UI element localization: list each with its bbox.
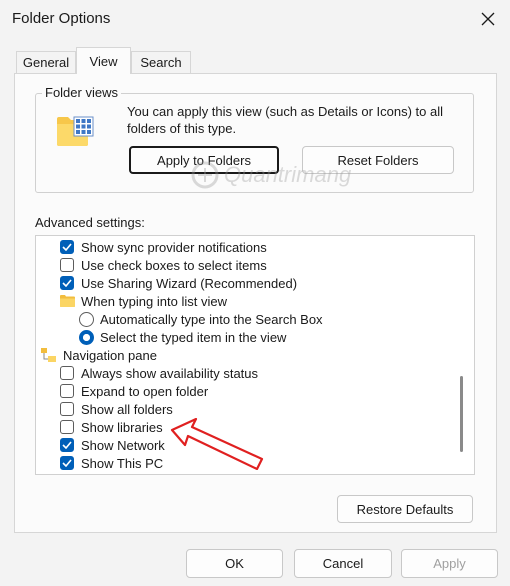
folder-view-icon (56, 114, 96, 151)
list-item[interactable]: Use Sharing Wizard (Recommended) (60, 274, 297, 292)
list-item[interactable]: Show This PC (60, 454, 163, 472)
list-item[interactable]: Show all folders (60, 400, 173, 418)
list-item-label: Show Network (81, 437, 165, 453)
scrollbar-thumb[interactable] (460, 376, 463, 452)
tab-search[interactable]: Search (131, 51, 191, 73)
list-item[interactable]: Always show availability status (60, 364, 258, 382)
checkbox-unchecked[interactable] (60, 366, 74, 380)
close-icon (481, 12, 495, 26)
list-item[interactable]: Show Network (60, 436, 165, 454)
checkbox-checked[interactable] (60, 276, 74, 290)
list-item-label: Show libraries (81, 419, 163, 435)
annotation-arrow-icon (170, 417, 265, 473)
radio-selected[interactable] (79, 329, 94, 345)
list-item-label: Use Sharing Wizard (Recommended) (81, 275, 298, 291)
close-button[interactable] (470, 4, 506, 34)
checkbox-unchecked[interactable] (60, 402, 74, 416)
list-item-label: Always show availability status (81, 365, 259, 381)
checkmark-icon (62, 243, 72, 251)
list-item-label: Show sync provider notifications (81, 239, 267, 255)
list-item[interactable]: Show libraries (60, 418, 163, 436)
advanced-settings-label: Advanced settings: (35, 215, 145, 230)
watermark-logo: Quantrimang (190, 160, 351, 190)
checkbox-unchecked[interactable] (60, 420, 74, 434)
list-item-label: Show This PC (81, 455, 164, 471)
watermark-icon (191, 161, 219, 189)
list-item-label: Automatically type into the Search Box (100, 311, 323, 327)
folder-views-description-line2: folders of this type. (127, 121, 237, 136)
list-item[interactable]: Show sync provider notifications (60, 238, 267, 256)
checkmark-icon (62, 459, 72, 467)
radio-unselected[interactable] (79, 311, 94, 327)
checkbox-unchecked[interactable] (60, 258, 74, 272)
apply-button[interactable]: Apply (401, 549, 498, 578)
list-item-label: Expand to open folder (81, 383, 209, 399)
cancel-button[interactable]: Cancel (294, 549, 392, 578)
folder-views-title: Folder views (42, 85, 121, 100)
folder-views-description-line1: You can apply this view (such as Details… (127, 104, 444, 119)
watermark-text: Quantrimang (224, 162, 352, 187)
list-item-label: Use check boxes to select items (81, 257, 267, 273)
checkbox-checked[interactable] (60, 438, 74, 452)
checkbox-checked[interactable] (60, 240, 74, 254)
list-item-label: Show all folders (81, 401, 173, 417)
list-item-label: Navigation pane (63, 347, 157, 363)
list-item-label: When typing into list view (81, 293, 227, 309)
list-item: When typing into list view (60, 292, 227, 310)
list-item-label: Select the typed item in the view (100, 329, 287, 345)
list-item[interactable]: Select the typed item in the view (79, 328, 286, 346)
list-item[interactable]: Use check boxes to select items (60, 256, 267, 274)
checkbox-unchecked[interactable] (60, 384, 74, 398)
list-item: Navigation pane (41, 346, 157, 364)
restore-defaults-button[interactable]: Restore Defaults (337, 495, 473, 523)
list-item[interactable]: Expand to open folder (60, 382, 208, 400)
navigation-pane-icon (41, 348, 57, 362)
checkmark-icon (62, 279, 72, 287)
list-item[interactable]: Automatically type into the Search Box (79, 310, 323, 328)
checkmark-icon (62, 441, 72, 449)
checkbox-checked[interactable] (60, 456, 74, 470)
folder-icon (60, 295, 75, 307)
window-title: Folder Options (12, 10, 111, 27)
tab-view[interactable]: View (76, 47, 131, 74)
ok-button[interactable]: OK (186, 549, 283, 578)
tab-general[interactable]: General (16, 51, 76, 73)
